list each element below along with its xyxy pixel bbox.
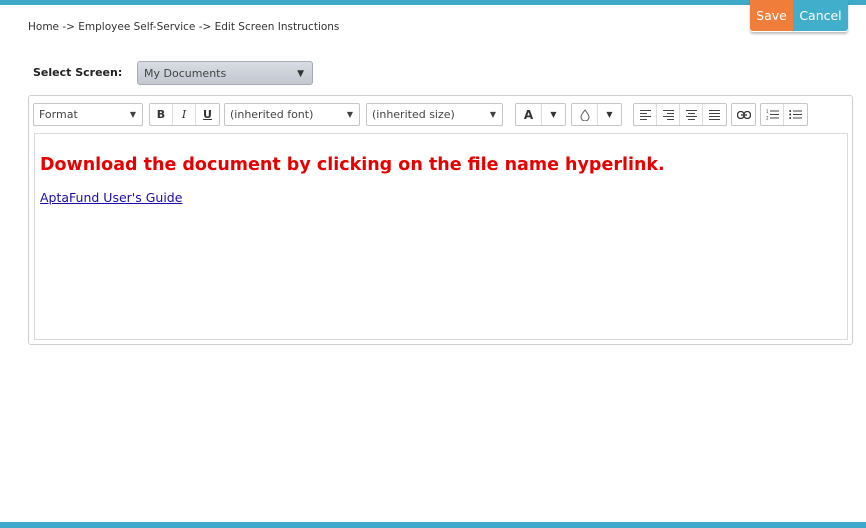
screen-select-value: My Documents: [144, 66, 227, 80]
top-accent-bar: [0, 0, 866, 5]
underline-button[interactable]: U: [196, 104, 219, 125]
text-color-group: A ▼: [515, 103, 566, 126]
chevron-down-icon: ▼: [129, 110, 136, 119]
align-right-icon[interactable]: [657, 104, 680, 125]
size-dropdown[interactable]: (inherited size) ▼: [366, 103, 503, 126]
text-color-icon[interactable]: A: [516, 104, 542, 125]
alignment-group: [633, 103, 727, 126]
svg-text:2: 2: [766, 116, 769, 121]
font-dropdown-label: (inherited font): [230, 108, 314, 121]
align-center-icon[interactable]: [680, 104, 703, 125]
format-dropdown[interactable]: Format ▼: [33, 103, 143, 126]
select-screen-label: Select Screen:: [33, 66, 123, 79]
breadcrumb: Home -> Employee Self-Service -> Edit Sc…: [28, 21, 340, 33]
document-link[interactable]: AptaFund User's Guide: [40, 190, 182, 205]
format-dropdown-label: Format: [39, 108, 78, 121]
chevron-down-icon: ▼: [297, 69, 304, 79]
align-left-icon[interactable]: [634, 104, 657, 125]
save-button[interactable]: Save: [750, 0, 793, 31]
chevron-down-icon[interactable]: ▼: [542, 104, 565, 125]
background-color-group: ▼: [571, 103, 622, 126]
link-group: [731, 103, 756, 126]
ordered-list-icon[interactable]: 12: [761, 104, 784, 125]
editor-content-area[interactable]: Download the document by clicking on the…: [34, 133, 848, 340]
action-buttons: Save Cancel: [750, 0, 848, 32]
link-icon[interactable]: [732, 104, 755, 125]
list-group: 12: [760, 103, 808, 126]
svg-text:1: 1: [766, 109, 769, 114]
background-color-icon[interactable]: [572, 104, 598, 125]
bottom-accent-bar: [0, 522, 866, 528]
chevron-down-icon: ▼: [346, 110, 353, 119]
unordered-list-icon[interactable]: [784, 104, 807, 125]
text-style-group: B I U: [149, 103, 220, 126]
screen-select[interactable]: My Documents ▼: [137, 61, 313, 85]
bold-button[interactable]: B: [150, 104, 173, 125]
rich-text-editor: Format ▼ B I U (inherited font) ▼ (inher…: [28, 95, 853, 345]
cancel-button[interactable]: Cancel: [793, 0, 848, 31]
chevron-down-icon[interactable]: ▼: [598, 104, 621, 125]
font-dropdown[interactable]: (inherited font) ▼: [224, 103, 360, 126]
chevron-down-icon: ▼: [489, 110, 496, 119]
italic-button[interactable]: I: [173, 104, 196, 125]
size-dropdown-label: (inherited size): [372, 108, 455, 121]
editor-toolbar: Format ▼ B I U (inherited font) ▼ (inher…: [29, 96, 852, 132]
instructions-heading: Download the document by clicking on the…: [40, 155, 665, 175]
align-justify-icon[interactable]: [703, 104, 726, 125]
